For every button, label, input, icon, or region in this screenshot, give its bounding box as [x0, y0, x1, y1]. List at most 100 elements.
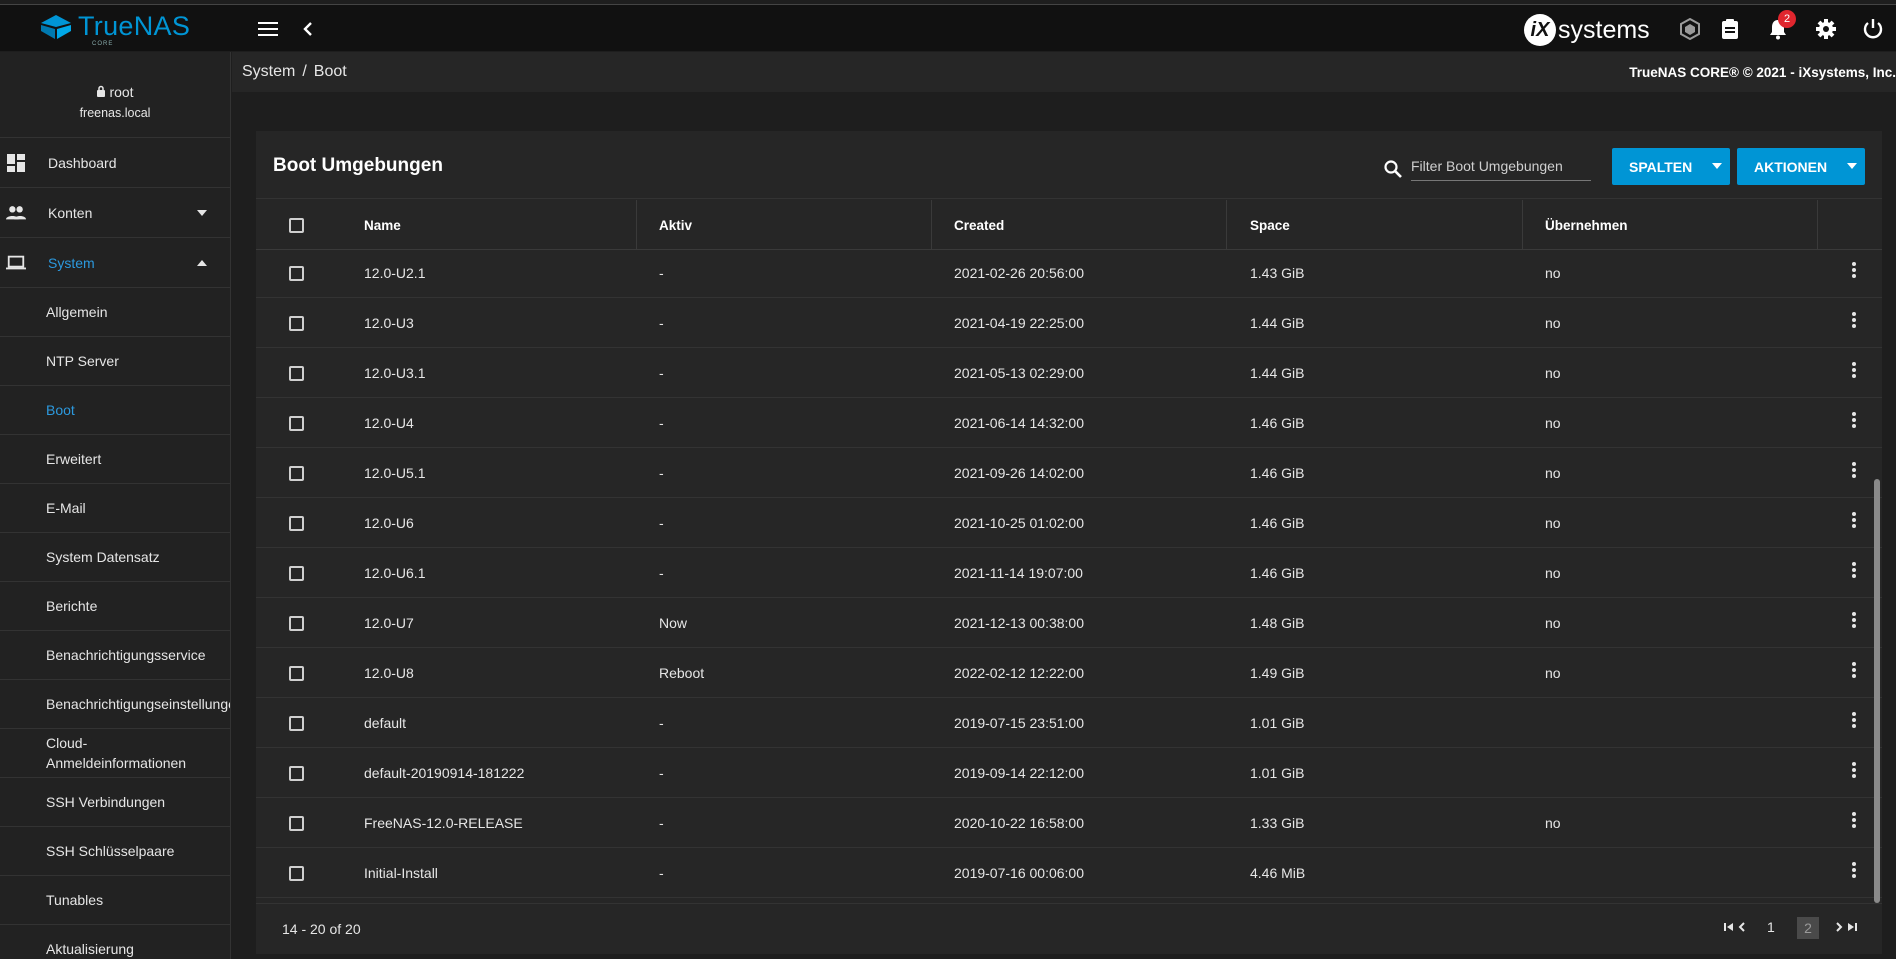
column-header-aktiv[interactable]: Aktiv [659, 200, 692, 250]
table-row[interactable]: 12.0-U3.1 - 2021-05-13 02:29:00 1.44 GiB no [256, 348, 1882, 398]
table-row[interactable]: Initial-Install - 2019-07-16 00:06:00 4.46 … [256, 848, 1882, 898]
more-vert-icon[interactable] [1847, 810, 1861, 832]
more-vert-icon[interactable] [1847, 560, 1861, 582]
truecommand-icon[interactable] [1676, 15, 1704, 43]
pagination-range: 14 - 20 of 20 [282, 921, 361, 937]
sidebar-subitem-aktualisierung[interactable]: Aktualisierung [0, 925, 230, 959]
cell-name: 12.0-U6.1 [364, 565, 426, 581]
more-vert-icon[interactable] [1847, 660, 1861, 682]
menu-icon[interactable] [254, 15, 282, 43]
row-checkbox[interactable] [289, 565, 304, 581]
ixsystems-logo[interactable]: iX systems [1524, 14, 1650, 46]
last-page-icon[interactable] [1846, 920, 1858, 936]
row-checkbox[interactable] [289, 765, 304, 781]
gear-icon[interactable] [1812, 15, 1840, 43]
column-header-space[interactable]: Space [1250, 200, 1290, 250]
cell-aktiv: - [659, 315, 664, 331]
column-header-uebernehmen[interactable]: Übernehmen [1545, 200, 1628, 250]
sidebar-item-label: Dashboard [48, 154, 117, 171]
select-all-checkbox[interactable] [289, 217, 304, 233]
cell-name: 12.0-U5.1 [364, 465, 426, 481]
more-vert-icon[interactable] [1847, 360, 1861, 382]
scrollbar-thumb[interactable] [1874, 479, 1880, 903]
sidebar-subitem-ntp-server[interactable]: NTP Server [0, 337, 230, 386]
table-row[interactable]: 12.0-U8 Reboot 2022-02-12 12:22:00 1.49 GiB… [256, 648, 1882, 698]
row-checkbox[interactable] [289, 465, 304, 481]
sidebar-subitem-benachrichtigungsservice[interactable]: Benachrichtigungsservice [0, 631, 230, 680]
row-checkbox[interactable] [289, 715, 304, 731]
cell-aktiv: Now [659, 615, 688, 631]
more-vert-icon[interactable] [1847, 510, 1861, 532]
cell-created: 2021-12-13 00:38:00 [954, 615, 1084, 631]
cell-aktiv: - [659, 465, 664, 481]
cell-space: 4.46 MiB [1250, 865, 1306, 881]
cell-aktiv: Reboot [659, 665, 705, 681]
row-checkbox[interactable] [289, 315, 304, 331]
table-row[interactable]: 12.0-U6 - 2021-10-25 01:02:00 1.46 GiB no [256, 498, 1882, 548]
cell-created: 2019-07-16 00:06:00 [954, 865, 1084, 881]
sidebar-subitem-cloud-anmeldeinformationen[interactable]: Cloud-Anmeldeinformationen [0, 729, 230, 778]
select-all-cell [289, 200, 304, 250]
sidebar-subitem-benachrichtigungseinstellungen[interactable]: Benachrichtigungseinstellungen [0, 680, 230, 729]
power-icon[interactable] [1859, 15, 1887, 43]
next-page-icon[interactable] [1834, 920, 1844, 936]
chevron-left-icon[interactable] [294, 15, 322, 43]
sidebar-subitem-tunables[interactable]: Tunables [0, 876, 230, 925]
sidebar-subitem-erweitert[interactable]: Erweitert [0, 435, 230, 484]
more-vert-icon[interactable] [1847, 710, 1861, 732]
more-vert-icon[interactable] [1847, 310, 1861, 332]
table-row[interactable]: default-20190914-181222 - 2019-09-14 22:12… [256, 748, 1882, 798]
sidebar-subitem-boot[interactable]: Boot [0, 386, 230, 435]
sidebar-item-system[interactable]: System [0, 238, 230, 288]
sidebar-subitem-email[interactable]: E-Mail [0, 484, 230, 533]
breadcrumb-system[interactable]: System [242, 63, 295, 80]
table-row[interactable]: 12.0-U2.1 - 2021-02-26 20:56:00 1.43 GiB no [256, 251, 1882, 298]
column-header-created[interactable]: Created [954, 200, 1004, 250]
row-checkbox[interactable] [289, 665, 304, 681]
more-vert-icon[interactable] [1847, 410, 1861, 432]
truenas-logo[interactable]: TrueNAS CORE [40, 11, 190, 47]
column-divider [636, 200, 637, 250]
bell-icon[interactable]: 2 [1764, 10, 1796, 43]
table-row[interactable]: default - 2019-07-15 23:51:00 1.01 GiB [256, 698, 1882, 748]
more-vert-icon[interactable] [1847, 760, 1861, 782]
column-header-name[interactable]: Name [364, 200, 401, 250]
first-page-icon[interactable] [1723, 920, 1735, 936]
more-vert-icon[interactable] [1847, 460, 1861, 482]
cell-created: 2021-10-25 01:02:00 [954, 515, 1084, 531]
prev-page-icon[interactable] [1737, 920, 1747, 936]
table-row[interactable]: 12.0-U5.1 - 2021-09-26 14:02:00 1.46 GiB no [256, 448, 1882, 498]
cell-aktiv: - [659, 265, 664, 281]
row-checkbox[interactable] [289, 865, 304, 881]
row-select-cell [289, 348, 304, 398]
filter-input[interactable]: Filter Boot Umgebungen [1411, 158, 1591, 181]
table-row[interactable]: 12.0-U3 - 2021-04-19 22:25:00 1.44 GiB no [256, 298, 1882, 348]
row-checkbox[interactable] [289, 515, 304, 531]
columns-button[interactable]: SPALTEN [1612, 148, 1730, 185]
more-vert-icon[interactable] [1847, 260, 1861, 282]
table-row[interactable]: 12.0-U7 Now 2021-12-13 00:38:00 1.48 GiB no [256, 598, 1882, 648]
cell-space: 1.01 GiB [1250, 715, 1305, 731]
sidebar-subitem-ssh-verbindungen[interactable]: SSH Verbindungen [0, 778, 230, 827]
sidebar-item-konten[interactable]: Konten [0, 188, 230, 238]
cell-created: 2021-11-14 19:07:00 [954, 565, 1083, 581]
row-checkbox[interactable] [289, 265, 304, 281]
row-checkbox[interactable] [289, 365, 304, 381]
clipboard-icon[interactable] [1716, 15, 1744, 43]
row-checkbox[interactable] [289, 615, 304, 631]
page-1-button[interactable]: 1 [1767, 919, 1775, 935]
more-vert-icon[interactable] [1847, 860, 1861, 882]
row-checkbox[interactable] [289, 415, 304, 431]
sidebar-subitem-system-datensatz[interactable]: System Datensatz [0, 533, 230, 582]
more-vert-icon[interactable] [1847, 610, 1861, 632]
page-2-button[interactable]: 2 [1797, 917, 1819, 939]
sidebar-item-dashboard[interactable]: Dashboard [0, 138, 230, 188]
sidebar-subitem-allgemein[interactable]: Allgemein [0, 288, 230, 337]
actions-button[interactable]: AKTIONEN [1737, 148, 1865, 185]
sidebar-subitem-ssh-schluesselpaare[interactable]: SSH Schlüsselpaare [0, 827, 230, 876]
table-row[interactable]: 12.0-U4 - 2021-06-14 14:32:00 1.46 GiB no [256, 398, 1882, 448]
row-checkbox[interactable] [289, 815, 304, 831]
table-row[interactable]: 12.0-U6.1 - 2021-11-14 19:07:00 1.46 GiB no [256, 548, 1882, 598]
table-row[interactable]: FreeNAS-12.0-RELEASE - 2020-10-22 16:58:00… [256, 798, 1882, 848]
sidebar-subitem-berichte[interactable]: Berichte [0, 582, 230, 631]
